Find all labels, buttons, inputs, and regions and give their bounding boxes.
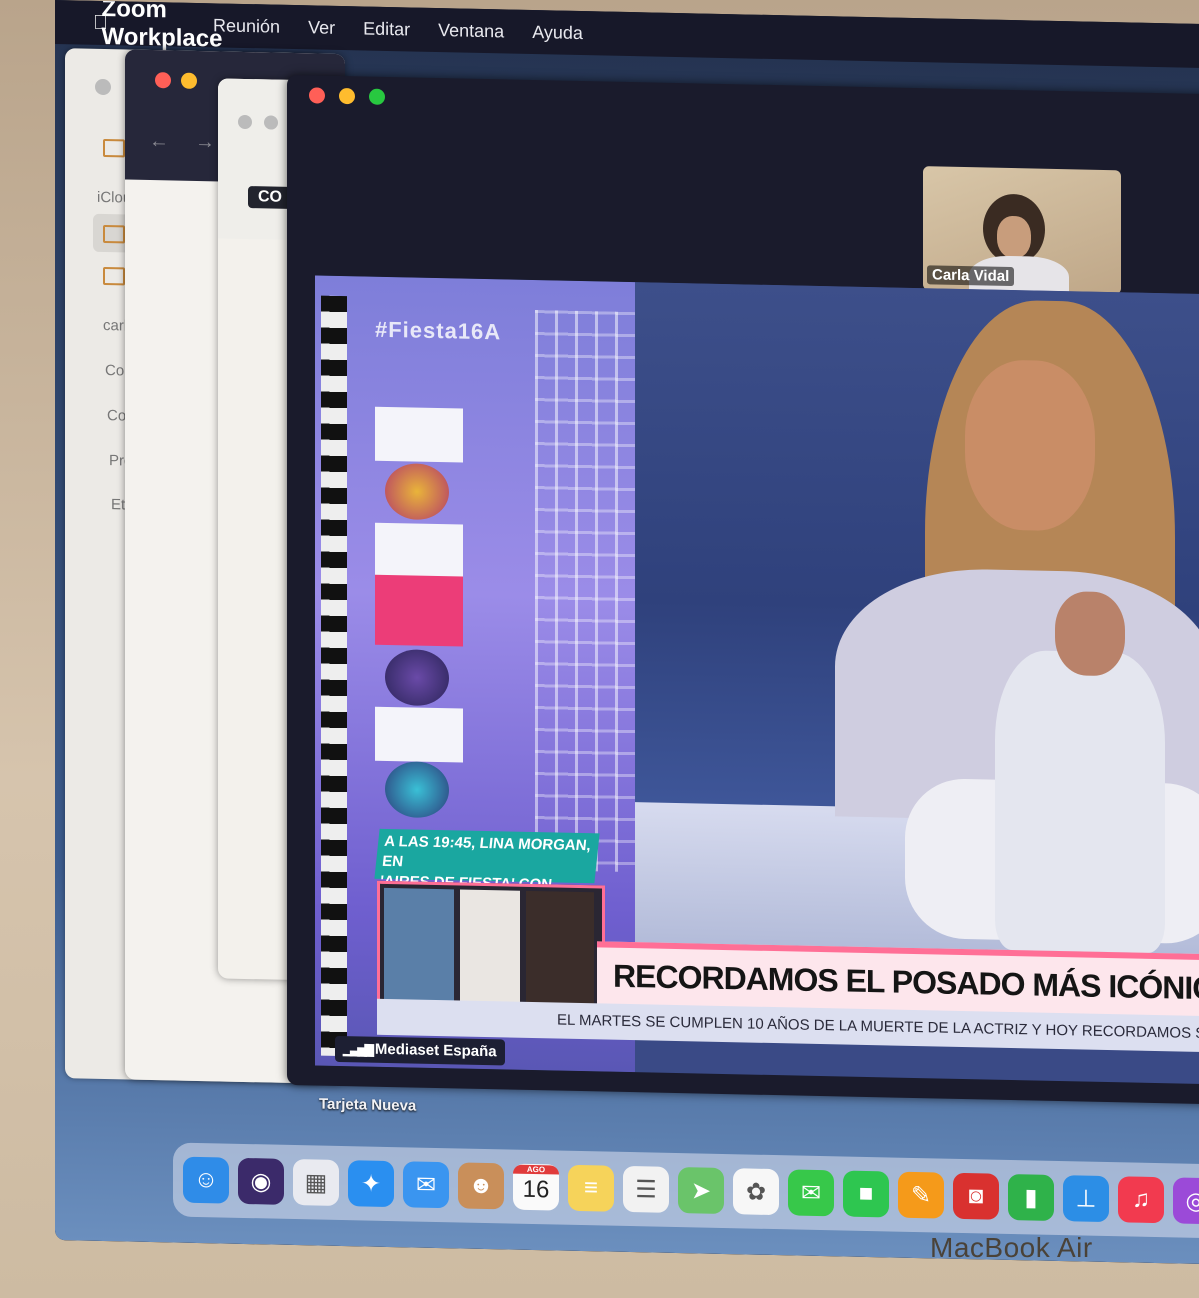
photo-booth-icon[interactable]: ◙ <box>953 1172 999 1220</box>
calendar-icon[interactable]: AGO 16 <box>513 1163 559 1211</box>
broadcaster-logo: ▁▃▅▇ Mediaset España <box>335 1035 505 1066</box>
tv-hashtag: #Fiesta16A <box>375 316 502 345</box>
reminders-icon[interactable]: ☰ <box>623 1165 669 1213</box>
folder-icon <box>103 267 125 286</box>
window-close-button[interactable] <box>309 87 325 104</box>
keynote-icon[interactable]: ⊥ <box>1063 1175 1109 1223</box>
signal-bars-icon: ▁▃▅▇ <box>343 1042 372 1057</box>
tv-presenter-head <box>1055 590 1125 677</box>
music-icon[interactable]: ♫ <box>1118 1176 1164 1224</box>
window-tag: CO <box>248 186 292 209</box>
tv-presenter-body <box>995 649 1165 954</box>
window-close-button[interactable] <box>95 78 111 96</box>
menu-reunion[interactable]: Reunión <box>213 15 280 37</box>
screen:  Zoom Workplace Reunión Ver Editar Vent… <box>55 0 1199 1265</box>
broadcaster-name: Mediaset España <box>374 1040 497 1061</box>
shared-screen[interactable]: #Fiesta16A A LAS 19:45, LINA MORGAN, EN … <box>315 275 1199 1085</box>
set-orb <box>385 648 449 707</box>
set-block <box>375 706 463 763</box>
set-block <box>375 406 463 463</box>
menu-ver[interactable]: Ver <box>308 17 335 39</box>
participant-video-tile[interactable]: Carla Vidal <box>923 166 1121 295</box>
calendar-month: AGO <box>513 1164 559 1175</box>
back-arrow-icon[interactable]: ← <box>149 130 169 153</box>
launchpad-icon[interactable]: ▦ <box>293 1158 339 1206</box>
photos-icon[interactable]: ✿ <box>733 1168 779 1216</box>
menu-ventana[interactable]: Ventana <box>438 20 504 42</box>
menu-editar[interactable]: Editar <box>363 18 410 40</box>
inset-panel <box>526 890 594 1007</box>
numbers-icon[interactable]: ▮ <box>1008 1173 1054 1221</box>
podcasts-icon[interactable]: ◎ <box>1173 1177 1199 1225</box>
tv-photo-face <box>965 359 1095 532</box>
set-orb <box>385 760 449 819</box>
inset-panel <box>460 889 520 1005</box>
window-close-button[interactable] <box>238 114 252 130</box>
menu-ayuda[interactable]: Ayuda <box>532 21 583 43</box>
calendar-day: 16 <box>522 1175 550 1204</box>
messages-icon[interactable]: ✉ <box>788 1169 834 1217</box>
window-minimize-button[interactable] <box>264 115 278 130</box>
forward-arrow-icon[interactable]: → <box>195 131 215 154</box>
window-minimize-button[interactable] <box>339 87 355 105</box>
mail-icon[interactable]: ✉ <box>403 1161 449 1209</box>
tv-promo-banner: A LAS 19:45, LINA MORGAN, EN 'AIRES DE F… <box>374 828 600 911</box>
set-cage <box>535 310 635 873</box>
window-minimize-button[interactable] <box>181 72 197 89</box>
siri-icon[interactable]: ◉ <box>238 1157 284 1205</box>
zoom-meeting-window[interactable]: Carla Vidal #Fiesta16A A LAS 19:45, LINA… <box>287 74 1199 1105</box>
laptop-brand: MacBook Air <box>930 1232 1093 1263</box>
set-block-pink <box>375 574 463 647</box>
window-close-button[interactable] <box>155 72 171 89</box>
notes-icon[interactable]: ≡ <box>568 1164 614 1212</box>
folder-icon <box>103 139 125 158</box>
window-zoom-button[interactable] <box>369 88 385 105</box>
set-orb <box>385 462 449 521</box>
inset-panel <box>384 887 454 1004</box>
safari-icon[interactable]: ✦ <box>348 1160 394 1208</box>
menu-zoom-workplace[interactable]: Zoom Workplace <box>102 0 223 53</box>
tv-promo-line1: A LAS 19:45, LINA MORGAN, EN <box>381 832 592 871</box>
facetime-icon[interactable]: ■ <box>843 1170 889 1218</box>
set-block <box>375 522 463 579</box>
participant-face <box>997 215 1031 259</box>
maps-icon[interactable]: ➤ <box>678 1167 724 1215</box>
contacts-icon[interactable]: ☻ <box>458 1162 504 1210</box>
pages-icon[interactable]: ✎ <box>898 1171 944 1219</box>
participant-name: Carla Vidal <box>927 265 1015 287</box>
desktop-caption: Tarjeta Nueva <box>319 1095 417 1115</box>
finder-icon[interactable]: ☺ <box>183 1156 229 1204</box>
checker-column <box>321 295 347 1057</box>
folder-icon <box>103 225 125 244</box>
